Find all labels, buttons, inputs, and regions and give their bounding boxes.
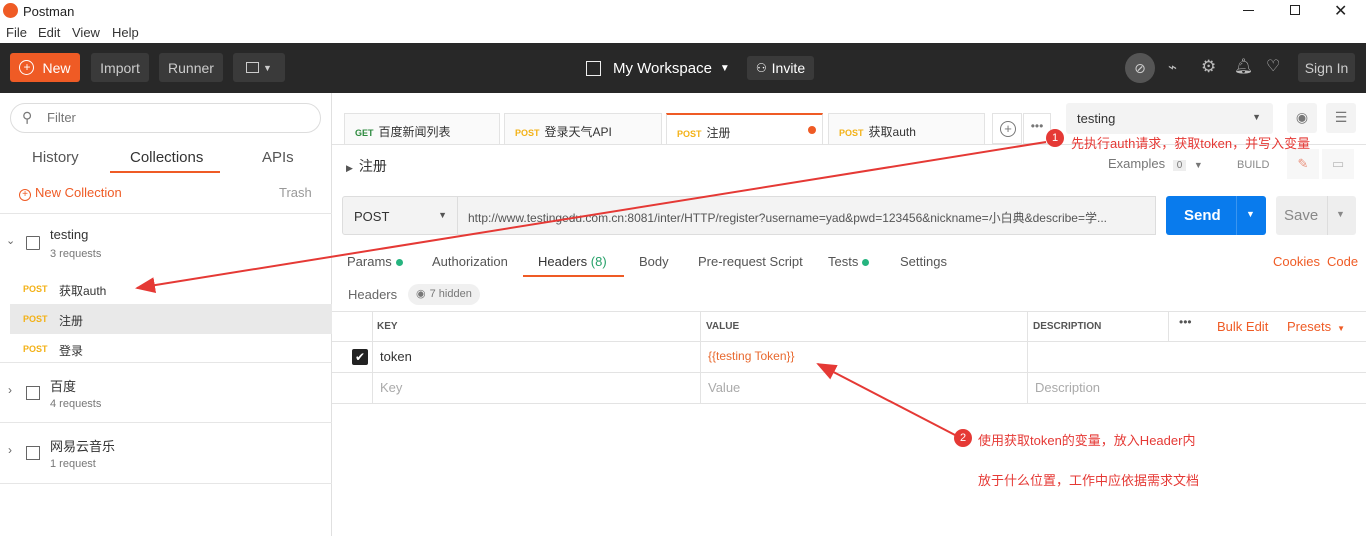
- annotation-text-2: 使用获取token的变量，放入Header内: [978, 433, 1196, 448]
- annotation-number-1: 1: [1046, 129, 1064, 147]
- annotation-text-3: 放于什么位置，工作中应依据需求文档: [978, 473, 1200, 488]
- annotation-number-2: 2: [954, 429, 972, 447]
- annotation-arrows: [135, 141, 1047, 436]
- annotation-text-1: 先执行auth请求，获取token，并写入变量: [1071, 136, 1311, 151]
- annotation-arrow-2: [816, 363, 956, 436]
- annotation-arrow-1: [135, 141, 1047, 294]
